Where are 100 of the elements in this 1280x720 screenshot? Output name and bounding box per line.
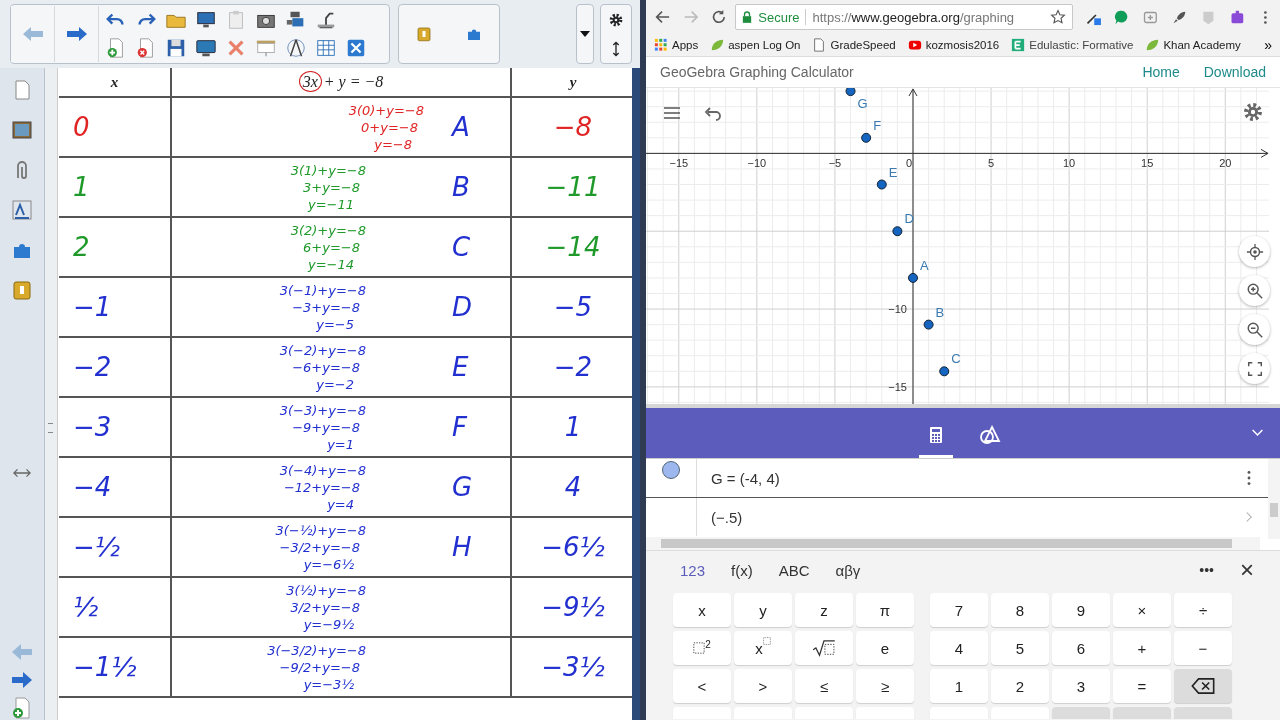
axis-tick-label: 5 [988,157,995,170]
x-value: −4 [73,472,112,502]
keyboard-key[interactable] [1174,669,1232,703]
table-icon[interactable] [315,37,337,59]
fullscreen-button[interactable] [1239,353,1270,384]
scrollbar[interactable] [1268,459,1280,539]
bookmark-star-icon[interactable] [1049,9,1066,25]
back-icon[interactable] [654,8,672,26]
toolbar-dropdown[interactable] [576,4,594,64]
keyboard-tab[interactable]: ABC [770,561,818,579]
keyboard-tab[interactable]: αβγ [827,561,869,579]
square-root-icon [812,639,836,657]
save-icon[interactable] [165,37,187,59]
work-line: y=4 [327,495,354,513]
nav-link[interactable]: Download [1203,64,1266,80]
keyboard-key[interactable]: ≤ [795,669,853,703]
keyboard-key[interactable]: y [734,593,792,627]
work-line: y=−9½ [303,615,354,633]
y-value: 1 [564,412,582,442]
bookmark-link[interactable]: GradeSpeed [812,38,896,52]
splitter-handle[interactable] [48,423,53,433]
keyboard-key[interactable]: 4 [930,631,988,665]
keyboard-tab[interactable]: 123 [672,561,714,579]
keyboard-key[interactable]: 3 [1052,669,1110,703]
resize-icon[interactable] [13,468,31,478]
data-point[interactable] [876,179,887,190]
zoom-out-icon [1245,320,1264,339]
point-label: F [873,117,882,133]
keyboard-key[interactable]: − [1174,631,1232,665]
keyboard-key[interactable]: ≥ [856,669,914,703]
gallery-box-icon[interactable] [10,278,34,302]
work-line: 3(−2)+y=−8 [279,341,366,359]
data-point[interactable] [861,132,872,143]
work-line: −9+y=−8 [292,418,360,436]
picture-icon[interactable] [10,118,34,142]
address-bar[interactable]: Secure https://www.geogebra.org/graphing [735,4,1073,30]
axis-tick-label: 15 [1141,157,1154,170]
zoom-in-button[interactable] [1239,275,1270,306]
letter-tile-icon [1011,38,1026,52]
data-point[interactable] [892,226,903,237]
scrollbar[interactable] [646,537,1260,550]
collapse-icon[interactable] [1251,428,1264,437]
x-value: 1 [73,172,90,202]
keyboard-tab[interactable]: f(x) [723,561,761,579]
bookmark-link[interactable]: Apps [654,38,699,52]
settings-icon[interactable] [608,11,624,28]
point-label: C [452,232,471,262]
keyboard-key[interactable]: + [1113,631,1171,665]
keyboard-key[interactable]: x [673,593,731,627]
more-bookmarks-button[interactable]: » [1264,37,1272,53]
work-line: 3(−3)+y=−8 [279,401,366,419]
standard-view-button[interactable] [1239,236,1270,267]
keyboard-key[interactable]: 9 [1052,593,1110,627]
keyboard-key[interactable]: 8 [991,593,1049,627]
more-button[interactable]: ••• [1191,562,1222,578]
x-value: ½ [73,592,99,622]
tools-icon[interactable] [345,37,367,59]
keyboard-key[interactable]: 6 [1052,631,1110,665]
keyboard-key[interactable]: z [795,593,853,627]
zoom-out-button[interactable] [1239,314,1270,345]
visibility-toggle[interactable] [662,461,680,479]
keyboard-key[interactable]: x [734,631,792,665]
keyboard-key[interactable]: 5 [991,631,1049,665]
keyboard-key[interactable]: ÷ [1174,593,1232,627]
target-icon [1245,242,1264,261]
more-options-icon[interactable] [1246,470,1252,486]
keyboard-key[interactable]: 2 [673,631,731,665]
x-value: 0 [73,112,90,142]
keyboard-key[interactable]: > [734,669,792,703]
data-point[interactable] [939,366,950,377]
equation-text: + y = −8 [323,73,384,90]
x-value: −1 [73,292,112,322]
input-field[interactable]: (−.5) [711,508,1246,526]
keyboard-key[interactable]: π [856,593,914,627]
keyboard-key[interactable]: × [1113,593,1171,627]
data-point[interactable] [923,319,934,330]
keyboard-key[interactable]: 7 [930,593,988,627]
compass-icon[interactable] [285,37,307,59]
close-button[interactable]: × [1232,556,1262,584]
work-line: y=−5 [316,315,354,333]
data-point[interactable] [908,272,918,283]
work-line: y=−2 [316,375,354,393]
bookmark-link[interactable]: Khan Academy [1145,38,1241,52]
bookmark-link[interactable]: aspen Log On [710,38,801,52]
y-value: −14 [545,232,601,262]
keyboard-key[interactable]: = [1113,669,1171,703]
bookmark-link[interactable]: Edulastic: Formative [1011,38,1134,52]
data-point[interactable] [845,88,856,97]
y-value: −9½ [541,592,605,622]
leaf-icon [1145,38,1160,52]
screen-icon[interactable] [195,37,217,59]
keyboard-key[interactable]: 1 [930,669,988,703]
keyboard-key[interactable]: 2 [991,669,1049,703]
nav-link[interactable]: Home [1142,64,1180,80]
properties-icon[interactable] [10,198,34,222]
keyboard-key[interactable]: < [673,669,731,703]
work-line: 3(0)+y=−8 [348,101,424,119]
bookmark-link[interactable]: kozmosis2016 [907,38,1000,52]
keyboard-key[interactable]: e [856,631,914,665]
apps-grid-icon [654,38,668,52]
